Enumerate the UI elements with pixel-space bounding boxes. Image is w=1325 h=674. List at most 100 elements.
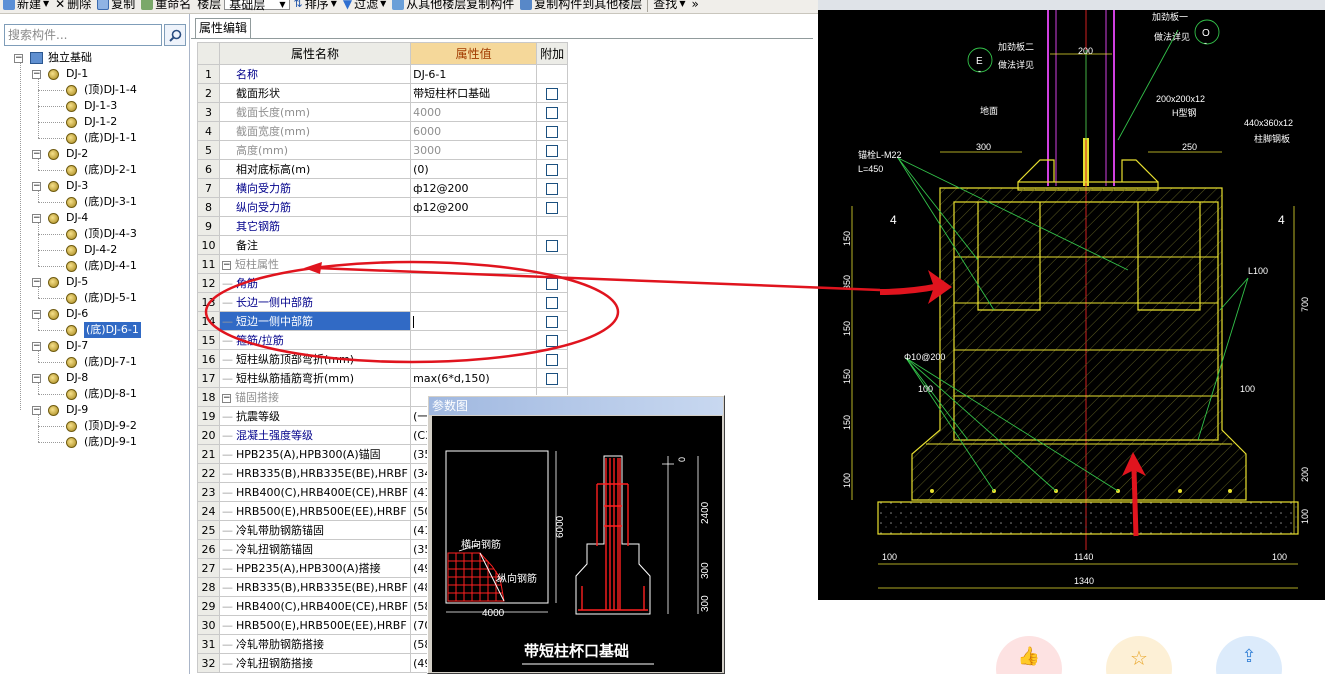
property-row[interactable]: 7 横向受力筋 ф12@200 <box>197 178 569 198</box>
property-value-cell[interactable]: ф12@200 <box>410 197 538 217</box>
tree-expander-collapse-icon[interactable]: − <box>32 374 41 383</box>
property-row[interactable]: 15— 箍筋/拉筋 <box>197 330 569 350</box>
property-name-cell[interactable]: 高度(mm) <box>218 140 412 160</box>
tab-property-edit[interactable]: 属性编辑 <box>195 18 251 38</box>
tree-item[interactable]: (底)DJ-8-1 <box>0 386 188 402</box>
tree-item[interactable]: (顶)DJ-1-4 <box>0 82 188 98</box>
tree-item[interactable]: (底)DJ-3-1 <box>0 194 188 210</box>
property-name-cell[interactable]: — 冷轧扭钢筋锚固 <box>218 539 412 559</box>
share-button[interactable]: ⇪ <box>1216 636 1282 674</box>
property-value-cell[interactable] <box>410 216 538 236</box>
extra-checkbox[interactable] <box>546 334 559 347</box>
group-collapse-icon[interactable]: − <box>222 260 231 270</box>
extra-checkbox[interactable] <box>546 144 559 157</box>
property-name-cell[interactable]: — HRB335(B),HRB335E(BE),HRBF <box>218 577 412 597</box>
property-name-cell[interactable]: 名称 <box>218 64 412 84</box>
tree-group[interactable]: − DJ-1 <box>0 66 188 82</box>
property-row[interactable]: 12— 角筋 <box>197 273 569 293</box>
extra-checkbox[interactable] <box>546 315 559 328</box>
extra-cell[interactable] <box>536 292 569 312</box>
parameter-diagram-window[interactable]: 参数图 横向钢筋 纵向钢筋 6000 4000 0 2400 300 300 带… <box>427 395 725 674</box>
property-row[interactable]: 5 高度(mm) 3000 <box>197 140 569 160</box>
tree-expander-collapse-icon[interactable]: − <box>32 182 41 191</box>
property-name-cell[interactable]: 备注 <box>218 235 412 255</box>
property-name-cell[interactable]: — HRB400(C),HRB400E(CE),HRBF <box>218 596 412 616</box>
property-name-cell[interactable]: — HPB235(A),HPB300(A)锚固 <box>218 444 412 464</box>
property-value-cell[interactable]: ф12@200 <box>410 178 538 198</box>
property-value-cell[interactable]: (0) <box>410 159 538 179</box>
extra-cell[interactable] <box>536 140 569 160</box>
property-row[interactable]: 17— 短柱纵筋插筋弯折(mm) max(6*d,150) <box>197 368 569 388</box>
property-value-cell[interactable] <box>410 311 538 331</box>
extra-checkbox[interactable] <box>546 87 559 100</box>
rename-button[interactable]: 重命名 <box>138 0 194 11</box>
group-collapse-icon[interactable]: − <box>222 393 231 403</box>
extra-checkbox[interactable] <box>546 239 559 252</box>
property-name-cell[interactable]: — HRB500(E),HRB500E(EE),HRBF <box>218 501 412 521</box>
filter-button[interactable]: ▼ 过滤 ▼ <box>340 0 389 11</box>
property-name-cell[interactable]: — 冷轧带肋钢筋搭接 <box>218 634 412 654</box>
copy-button[interactable]: 复制 <box>94 0 138 11</box>
property-name-cell[interactable]: − 短柱属性 <box>218 254 412 274</box>
property-row[interactable]: 9 其它钢筋 <box>197 216 569 236</box>
property-row[interactable]: 4 截面宽度(mm) 6000 <box>197 121 569 141</box>
property-value-cell[interactable] <box>410 254 538 274</box>
tree-item[interactable]: (底)DJ-9-1 <box>0 434 188 450</box>
property-name-cell[interactable]: − 锚固搭接 <box>218 387 412 407</box>
property-row[interactable]: 8 纵向受力筋 ф12@200 <box>197 197 569 217</box>
tree-group[interactable]: − DJ-5 <box>0 274 188 290</box>
tree-expander-collapse-icon[interactable]: − <box>32 406 41 415</box>
find-button[interactable]: 查找 ▼ <box>650 0 688 11</box>
tree-item[interactable]: (顶)DJ-9-2 <box>0 418 188 434</box>
property-value-cell[interactable]: 带短柱杯口基础 <box>410 83 538 103</box>
tree-expander-collapse-icon[interactable]: − <box>14 54 23 63</box>
tree-item[interactable]: (底)DJ-7-1 <box>0 354 188 370</box>
extra-checkbox[interactable] <box>546 125 559 138</box>
property-name-cell[interactable]: — 冷轧扭钢筋搭接 <box>218 653 412 673</box>
property-row[interactable]: 3 截面长度(mm) 4000 <box>197 102 569 122</box>
search-button[interactable] <box>164 24 186 46</box>
property-name-cell[interactable]: — 短柱纵筋插筋弯折(mm) <box>218 368 412 388</box>
property-name-cell[interactable]: 纵向受力筋 <box>218 197 412 217</box>
property-value-cell[interactable] <box>410 292 538 312</box>
property-name-cell[interactable]: — 角筋 <box>218 273 412 293</box>
tree-group[interactable]: − DJ-2 <box>0 146 188 162</box>
property-name-cell[interactable]: — HRB500(E),HRB500E(EE),HRBF <box>218 615 412 635</box>
extra-cell[interactable] <box>536 197 569 217</box>
extra-checkbox[interactable] <box>546 277 559 290</box>
tree-item[interactable]: (底)DJ-6-1 <box>0 322 188 338</box>
tree-item[interactable]: DJ-4-2 <box>0 242 188 258</box>
extra-checkbox[interactable] <box>546 163 559 176</box>
extra-cell[interactable] <box>536 121 569 141</box>
property-name-cell[interactable]: — 冷轧带肋钢筋锚固 <box>218 520 412 540</box>
extra-checkbox[interactable] <box>546 296 559 309</box>
extra-checkbox[interactable] <box>546 372 559 385</box>
property-name-cell[interactable]: 截面长度(mm) <box>218 102 412 122</box>
property-name-cell[interactable]: 横向受力筋 <box>218 178 412 198</box>
property-value-cell[interactable] <box>410 349 538 369</box>
extra-cell[interactable] <box>536 235 569 255</box>
tree-expander-collapse-icon[interactable]: − <box>32 70 41 79</box>
tree-item[interactable]: (底)DJ-2-1 <box>0 162 188 178</box>
property-name-cell[interactable]: — 抗震等级 <box>218 406 412 426</box>
tree-item[interactable]: (底)DJ-5-1 <box>0 290 188 306</box>
property-value-cell[interactable] <box>410 235 538 255</box>
extra-cell[interactable] <box>536 311 569 331</box>
property-row[interactable]: 6 相对底标高(m) (0) <box>197 159 569 179</box>
delete-button[interactable]: ✕ 删除 <box>52 0 94 11</box>
toolbar-overflow-button[interactable]: » <box>688 0 701 11</box>
like-button[interactable]: 👍 <box>996 636 1062 674</box>
extra-cell[interactable] <box>536 83 569 103</box>
property-name-cell[interactable]: — 短边一侧中部筋 <box>218 311 412 331</box>
tree-item[interactable]: (底)DJ-4-1 <box>0 258 188 274</box>
tree-group[interactable]: − DJ-7 <box>0 338 188 354</box>
tree-expander-collapse-icon[interactable]: − <box>32 150 41 159</box>
property-name-cell[interactable]: — HRB335(B),HRB335E(BE),HRBF <box>218 463 412 483</box>
extra-checkbox[interactable] <box>546 182 559 195</box>
property-value-cell[interactable]: 4000 <box>410 102 538 122</box>
tree-expander-collapse-icon[interactable]: − <box>32 214 41 223</box>
property-value-cell[interactable]: 6000 <box>410 121 538 141</box>
extra-cell[interactable] <box>536 102 569 122</box>
extra-cell[interactable] <box>536 330 569 350</box>
property-name-cell[interactable]: — 箍筋/拉筋 <box>218 330 412 350</box>
